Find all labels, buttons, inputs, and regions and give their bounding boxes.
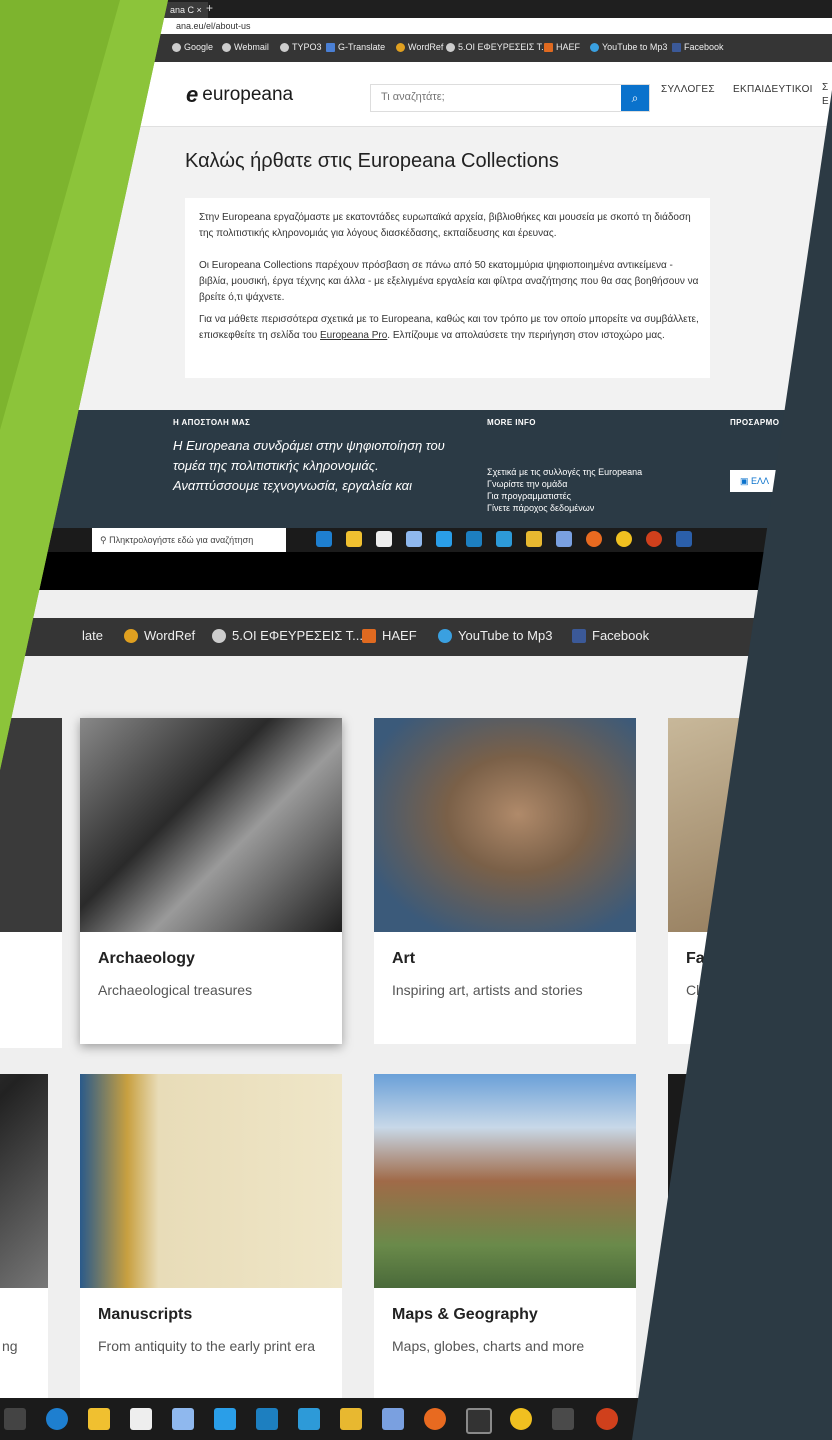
dark-slate-overlay: [632, 0, 832, 1440]
slide-decoration: [0, 0, 832, 1440]
